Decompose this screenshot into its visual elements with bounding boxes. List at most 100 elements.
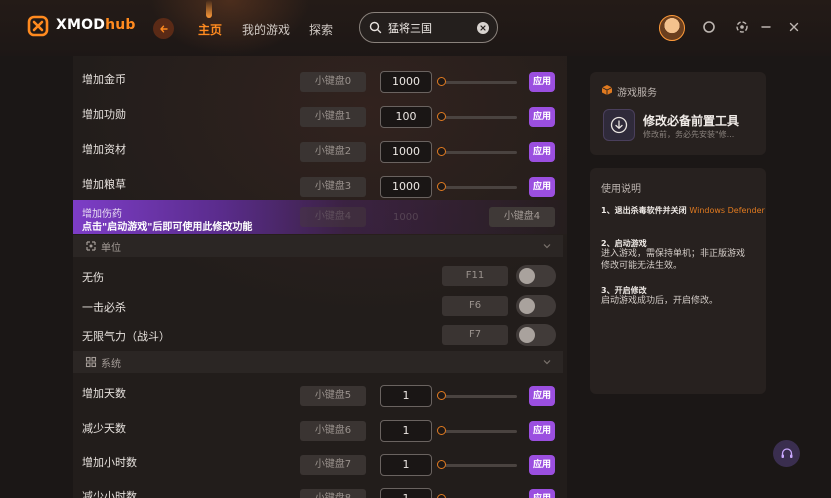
apply-button[interactable]: 应用 — [529, 142, 555, 162]
value-input[interactable]: 1 — [380, 420, 432, 442]
slider-thumb[interactable] — [437, 112, 446, 121]
mod-label: 增加小时数 — [82, 456, 137, 469]
step-title: 1、退出杀毒软件并关闭 Windows Defender — [601, 206, 765, 215]
value-slider[interactable] — [437, 147, 517, 156]
hotkey-button[interactable]: 小键盘1 — [300, 107, 366, 127]
mod-label: 减少小时数 — [82, 490, 137, 498]
mod-toggle[interactable] — [516, 265, 556, 287]
toggle-knob — [519, 268, 535, 284]
value-slider[interactable] — [437, 77, 517, 86]
unit-icon — [86, 241, 96, 251]
mod-label: 一击必杀 — [82, 301, 126, 314]
launch-game-notice: 点击"启动游戏"后即可使用此修改功能 — [82, 222, 253, 233]
mod-label: 增加天数 — [82, 387, 126, 400]
mod-toggle[interactable] — [516, 295, 556, 317]
apply-button[interactable]: 应用 — [529, 386, 555, 406]
apply-button[interactable]: 应用 — [529, 72, 555, 92]
hotkey-button[interactable]: 小键盘3 — [300, 177, 366, 197]
customer-support-button[interactable] — [773, 440, 800, 467]
windows-defender-text: Windows Defender — [689, 206, 765, 215]
arrow-left-icon — [159, 25, 168, 32]
card-title: 使用说明 — [601, 184, 641, 195]
hotkey-button[interactable]: F7 — [442, 325, 508, 345]
mod-label: 增加金币 — [82, 73, 126, 86]
search-input[interactable] — [388, 20, 478, 36]
active-tab-indicator — [206, 0, 212, 18]
apply-button[interactable]: 应用 — [529, 421, 555, 441]
value-slider[interactable] — [437, 182, 517, 191]
value-input[interactable]: 1 — [380, 488, 432, 498]
section-header-unit[interactable]: 单位 — [73, 235, 563, 257]
mod-row: 增加金币 小键盘0 1000 应用 — [73, 61, 567, 95]
value-input[interactable]: 100 — [380, 106, 432, 128]
search-box — [359, 12, 498, 43]
theme-icon[interactable] — [701, 19, 717, 35]
value-slider[interactable] — [437, 112, 517, 121]
hotkey-button[interactable]: 小键盘8 — [300, 489, 366, 498]
slider-thumb[interactable] — [437, 426, 446, 435]
disabled-hotkey: 小键盘4 — [300, 207, 366, 227]
slider-thumb[interactable] — [437, 147, 446, 156]
mod-row: 增加天数 小键盘5 1 应用 — [73, 375, 567, 409]
mod-row: 增加功勋 小键盘1 100 应用 — [73, 96, 567, 130]
section-header-system[interactable]: 系统 — [73, 351, 563, 373]
user-avatar[interactable] — [659, 15, 685, 41]
nav-my-games[interactable]: 我的游戏 — [242, 21, 290, 38]
hotkey-button[interactable]: F11 — [442, 266, 508, 286]
mod-label: 无限气力（战斗） — [82, 330, 170, 343]
slider-thumb[interactable] — [437, 494, 446, 498]
value-input[interactable]: 1 — [380, 454, 432, 476]
prerequisite-tool-item[interactable]: 修改必备前置工具 修改前，务必先安装"修... — [603, 106, 760, 144]
mod-row: 增加资材 小键盘2 1000 应用 — [73, 131, 567, 165]
mod-row: 减少天数 小键盘6 1 应用 — [73, 410, 567, 444]
usage-guide-card: 使用说明 1、退出杀毒软件并关闭 Windows Defender 2、启动游戏… — [590, 168, 766, 394]
apply-button[interactable]: 应用 — [529, 489, 555, 498]
service-subtitle: 修改前，务必先安装"修... — [643, 130, 735, 139]
mod-row: 增加粮草 小键盘3 1000 应用 — [73, 166, 567, 200]
section-title: 单位 — [101, 243, 121, 254]
back-button[interactable] — [153, 18, 174, 39]
slider-thumb[interactable] — [437, 182, 446, 191]
mod-label: 增加粮草 — [82, 178, 126, 191]
apply-button[interactable]: 应用 — [529, 177, 555, 197]
chevron-down-icon — [543, 360, 551, 365]
mod-label: 增加资材 — [82, 143, 126, 156]
settings-icon[interactable] — [734, 19, 750, 35]
nav-home[interactable]: 主页 — [198, 21, 222, 38]
locked-mod-row: 增加伤药 点击"启动游戏"后即可使用此修改功能 小键盘4 1000 小键盘4 — [73, 200, 567, 234]
value-input[interactable]: 1 — [380, 385, 432, 407]
hotkey-button[interactable]: F6 — [442, 296, 508, 316]
value-slider[interactable] — [437, 391, 517, 400]
slider-thumb[interactable] — [437, 391, 446, 400]
service-title: 修改必备前置工具 — [643, 114, 740, 128]
hotkey-button[interactable]: 小键盘6 — [300, 421, 366, 441]
value-slider[interactable] — [437, 426, 517, 435]
step-body: 进入游戏，需保持单机；非正版游戏修改可能无法生效。 — [601, 249, 746, 271]
slider-thumb[interactable] — [437, 460, 446, 469]
apply-button[interactable]: 应用 — [529, 455, 555, 475]
value-input[interactable]: 1000 — [380, 71, 432, 93]
download-icon — [610, 116, 628, 134]
value-slider[interactable] — [437, 460, 517, 469]
card-title: 游戏服务 — [617, 88, 657, 99]
brand-name: XMODhub — [56, 17, 136, 33]
close-window-icon[interactable] — [786, 19, 802, 35]
value-input[interactable]: 1000 — [380, 176, 432, 198]
value-input[interactable]: 1000 — [380, 141, 432, 163]
hotkey-button[interactable]: 小键盘0 — [300, 72, 366, 92]
nav-explore[interactable]: 探索 — [309, 21, 333, 38]
headset-icon — [781, 447, 792, 458]
hotkey-button[interactable]: 小键盘4 — [489, 207, 555, 227]
hotkey-button[interactable]: 小键盘5 — [300, 386, 366, 406]
apply-button[interactable]: 应用 — [529, 107, 555, 127]
disabled-value: 1000 — [393, 212, 419, 223]
clear-search-button[interactable] — [477, 22, 489, 34]
toggle-knob — [519, 327, 535, 343]
minimize-icon[interactable] — [758, 19, 774, 35]
hotkey-button[interactable]: 小键盘2 — [300, 142, 366, 162]
mod-toggle[interactable] — [516, 324, 556, 346]
hotkey-button[interactable]: 小键盘7 — [300, 455, 366, 475]
slider-thumb[interactable] — [437, 77, 446, 86]
mod-label: 减少天数 — [82, 422, 126, 435]
toggle-row: 无限气力（战斗） F7 — [73, 318, 567, 352]
